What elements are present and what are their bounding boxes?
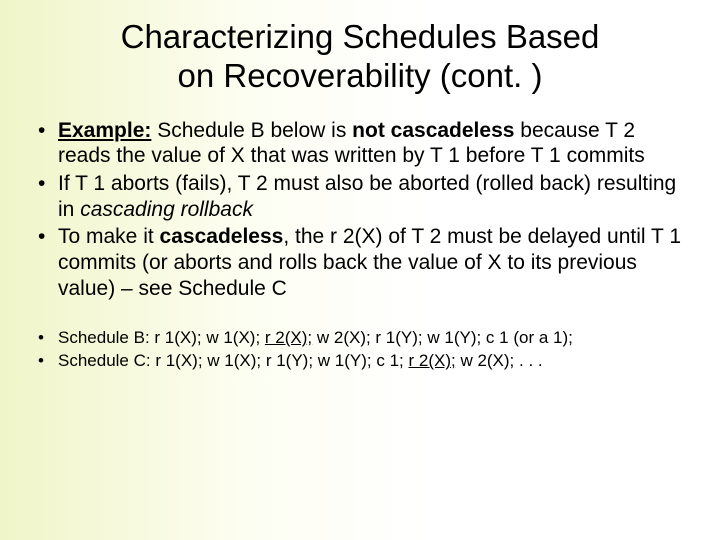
title-line-1: Characterizing Schedules Based <box>121 18 600 55</box>
text-run: Schedule B below is <box>151 119 352 142</box>
emphasis-cascading-rollback: cascading rollback <box>80 198 253 221</box>
text-run: To make it <box>58 225 160 248</box>
schedule-b-emph: r 2(X); <box>265 328 312 347</box>
emphasis-not-cascadeless: not cascadeless <box>352 119 514 142</box>
schedule-c-rest: w 2(X); . . . <box>456 351 543 370</box>
schedule-c-emph: r 2(X); <box>408 351 455 370</box>
bullet-item: Example: Schedule B below is not cascade… <box>36 118 684 169</box>
schedule-c-prefix: Schedule C: r 1(X); w 1(X); r 1(Y); w 1(… <box>58 351 408 370</box>
schedule-c-item: Schedule C: r 1(X); w 1(X); r 1(Y); w 1(… <box>36 350 684 371</box>
bullet-item: To make it cascadeless, the r 2(X) of T … <box>36 224 684 301</box>
schedule-b-rest: w 2(X); r 1(Y); w 1(Y); c 1 (or a 1); <box>312 328 573 347</box>
bullet-item: If T 1 aborts (fails), T 2 must also be … <box>36 171 684 222</box>
emphasis-cascadeless: cascadeless <box>160 225 284 248</box>
schedule-list: Schedule B: r 1(X); w 1(X); r 2(X); w 2(… <box>36 327 684 372</box>
schedule-b-item: Schedule B: r 1(X); w 1(X); r 2(X); w 2(… <box>36 327 684 348</box>
slide-title: Characterizing Schedules Based on Recove… <box>36 18 684 96</box>
example-label: Example: <box>58 119 151 142</box>
main-bullet-list: Example: Schedule B below is not cascade… <box>36 118 684 301</box>
schedule-b-prefix: Schedule B: r 1(X); w 1(X); <box>58 328 265 347</box>
title-line-2: on Recoverability (cont. ) <box>178 57 543 94</box>
